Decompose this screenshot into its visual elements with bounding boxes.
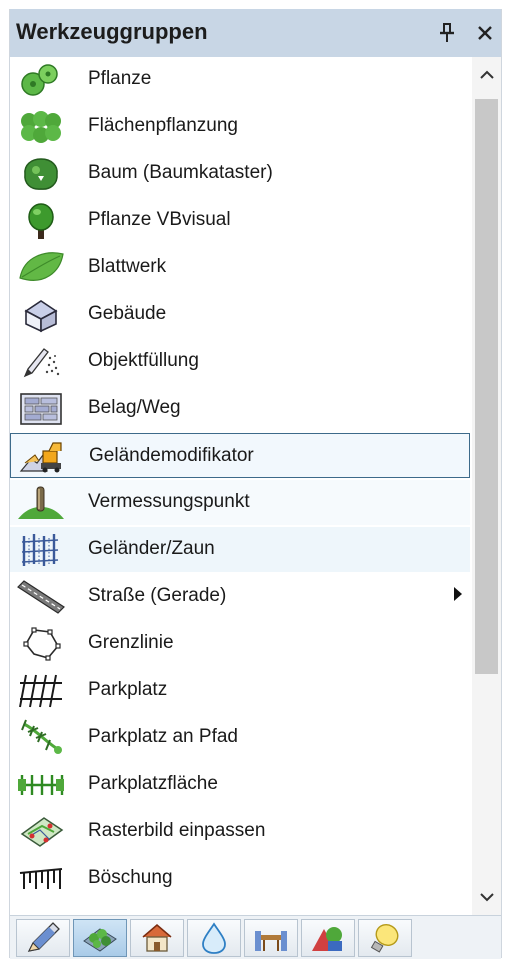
pencil-icon xyxy=(27,922,60,952)
list-item-survey-point[interactable]: Vermessungspunkt xyxy=(10,480,470,525)
fence-icon xyxy=(16,530,66,570)
panel-header: Werkzeuggruppen xyxy=(10,9,501,57)
parking-icon xyxy=(16,671,66,711)
list-item-fence[interactable]: Geländer/Zaun xyxy=(10,527,470,572)
paving-icon xyxy=(16,389,66,429)
house-tab-button[interactable] xyxy=(130,919,184,957)
list-item-label: Böschung xyxy=(88,867,173,888)
plant-icon xyxy=(16,60,66,100)
list-item-label: Parkplatz an Pfad xyxy=(88,726,238,747)
list-item-label: Baum (Baumkataster) xyxy=(88,162,273,183)
list-item-area-planting[interactable]: Flächenpflanzung xyxy=(10,104,470,149)
panel-title: Werkzeuggruppen xyxy=(16,19,208,44)
list-item-plant[interactable]: Pflanze xyxy=(10,57,470,102)
water-tab-button[interactable] xyxy=(187,919,241,957)
list-item-label: Objektfüllung xyxy=(88,350,199,371)
list-item-parking[interactable]: Parkplatz xyxy=(10,668,470,713)
list-item-tree-cadastre[interactable]: Baum (Baumkataster) xyxy=(10,151,470,196)
list-item-building[interactable]: Gebäude xyxy=(10,292,470,337)
list-item-label: Flächenpflanzung xyxy=(88,115,238,136)
list-item-label: Blattwerk xyxy=(88,256,167,277)
shapes-tab-button[interactable] xyxy=(301,919,355,957)
road-icon xyxy=(16,577,66,617)
leaf-icon xyxy=(16,248,66,288)
tree-cadastre-icon xyxy=(16,154,66,194)
parking-path-icon xyxy=(16,718,66,758)
pin-icon[interactable] xyxy=(432,17,462,49)
plants-icon xyxy=(83,928,117,952)
shapes-icon xyxy=(312,927,342,951)
vertical-scrollbar[interactable] xyxy=(472,57,501,915)
parking-area-icon xyxy=(16,765,66,805)
light-bulb-icon xyxy=(370,924,399,953)
list-item-label: Rasterbild einpassen xyxy=(88,820,266,841)
building-icon xyxy=(16,295,66,335)
furniture-tab-button[interactable] xyxy=(244,919,298,957)
tool-groups-panel: Werkzeuggruppen Pflanze Flächenpflanzung xyxy=(9,9,502,959)
chevron-down-icon[interactable] xyxy=(472,879,501,915)
area-planting-icon xyxy=(16,107,66,147)
list-item-parking-path[interactable]: Parkplatz an Pfad xyxy=(10,715,470,760)
tool-list: Pflanze Flächenpflanzung Baum (Baumkatas… xyxy=(10,57,470,915)
chevron-up-icon[interactable] xyxy=(472,57,501,93)
plants-tab-button[interactable] xyxy=(73,919,127,957)
list-item-raster-image[interactable]: Rasterbild einpassen xyxy=(10,809,470,854)
house-icon xyxy=(142,924,172,952)
list-item-terrain-modifier[interactable]: Geländemodifikator xyxy=(10,433,470,478)
close-icon[interactable] xyxy=(470,17,500,49)
water-drop-icon xyxy=(202,922,226,954)
scrollbar-thumb[interactable] xyxy=(475,99,498,674)
list-item-boundary[interactable]: Grenzlinie xyxy=(10,621,470,666)
list-item-paving[interactable]: Belag/Weg xyxy=(10,386,470,431)
tree-icon xyxy=(16,201,66,241)
list-item-label: Grenzlinie xyxy=(88,632,174,653)
furniture-icon xyxy=(255,931,287,951)
list-item-tree[interactable]: Pflanze VBvisual xyxy=(10,198,470,243)
list-item-label: Vermessungspunkt xyxy=(88,491,250,512)
list-item-label: Parkplatzfläche xyxy=(88,773,218,794)
category-toolbar xyxy=(10,915,501,959)
list-item-label: Belag/Weg xyxy=(88,397,181,418)
list-item-label: Pflanze VBvisual xyxy=(88,209,231,230)
list-item-parking-area[interactable]: Parkplatzfläche xyxy=(10,762,470,807)
raster-image-icon xyxy=(16,812,66,852)
list-item-label: Pflanze xyxy=(88,68,152,89)
list-item-object-fill[interactable]: Objektfüllung xyxy=(10,339,470,384)
list-item-label: Geländemodifikator xyxy=(89,445,254,466)
list-item-label: Gebäude xyxy=(88,303,167,324)
list-item-label: Parkplatz xyxy=(88,679,168,700)
list-item-leaf[interactable]: Blattwerk xyxy=(10,245,470,290)
terrain-modifier-icon xyxy=(17,437,67,477)
spray-pencil-icon xyxy=(16,342,66,382)
light-tab-button[interactable] xyxy=(358,919,412,957)
list-item-road[interactable]: Straße (Gerade) xyxy=(10,574,470,619)
embankment-icon xyxy=(16,859,66,899)
list-item-label: Geländer/Zaun xyxy=(88,538,215,559)
submenu-arrow-icon[interactable] xyxy=(454,587,462,601)
survey-point-icon xyxy=(16,483,66,523)
list-item-label: Straße (Gerade) xyxy=(88,585,227,606)
boundary-icon xyxy=(16,624,66,664)
pencil-tab-button[interactable] xyxy=(16,919,70,957)
list-item-embankment[interactable]: Böschung xyxy=(10,856,470,901)
